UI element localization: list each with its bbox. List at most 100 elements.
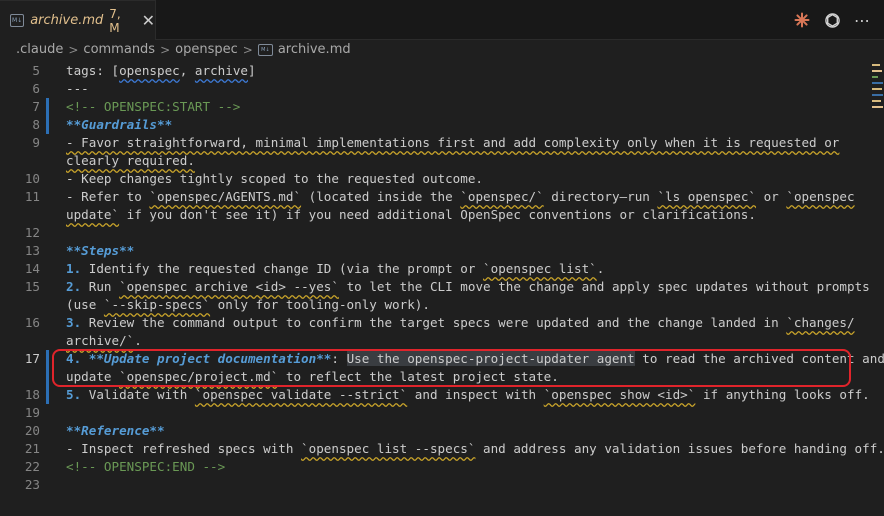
code-text: tags: [openspec, archive] (66, 62, 256, 80)
line-number: 10 (24, 171, 40, 186)
code-text: <!-- OPENSPEC:END --> (66, 458, 225, 476)
code-token: and address any validation issues before… (475, 441, 884, 456)
chevron-right-icon: > (68, 43, 79, 57)
breadcrumb-item[interactable]: commands (83, 40, 155, 60)
code-line[interactable]: archive/`. (0, 332, 860, 350)
line-number (0, 152, 40, 170)
code-token: `openspec archive <id> --yes` (119, 279, 339, 294)
code-line[interactable]: (use `--skip-specs` only for tooling-onl… (0, 296, 860, 314)
code-line[interactable]: 20 **Reference** (0, 422, 860, 440)
code-token: or (756, 189, 787, 204)
code-text: update` if you don't see it) if you need… (66, 206, 756, 224)
line-number: 6 (32, 81, 40, 96)
code-token: `openspec/` (460, 189, 544, 204)
line-number: 13 (24, 243, 40, 258)
line-number: 19 (24, 405, 40, 420)
code-line[interactable]: 9 - Favor straightforward, minimal implem… (0, 134, 860, 152)
line-number: 9 (32, 135, 40, 150)
code-token: 3. (66, 315, 89, 330)
code-text: **Guardrails** (66, 116, 172, 134)
line-number (0, 206, 40, 224)
code-text: **Reference** (66, 422, 165, 440)
line-number: 15 (24, 279, 40, 294)
tab-bar: M↓ archive.md 7, M ✕ ⋯ (0, 0, 884, 40)
code-line[interactable]: 23 (0, 476, 860, 494)
code-token: Validate with (88, 387, 195, 402)
openai-icon[interactable] (822, 10, 842, 30)
line-number: 7 (32, 99, 40, 114)
code-text: - Keep changes tightly scoped to the req… (66, 170, 483, 188)
code-token: <!-- OPENSPEC:START --> (66, 99, 241, 114)
code-line[interactable]: 5 tags: [openspec, archive] (0, 62, 860, 80)
code-line[interactable]: 22 <!-- OPENSPEC:END --> (0, 458, 860, 476)
line-number (0, 332, 40, 350)
close-icon[interactable]: ✕ (142, 11, 155, 30)
code-line[interactable]: 16 3. Review the command output to confir… (0, 314, 860, 332)
code-line[interactable]: 18 5. Validate with `openspec validate --… (0, 386, 870, 404)
code-line[interactable]: 6 --- (0, 80, 860, 98)
code-text: 2. Run `openspec archive <id> --yes` to … (66, 278, 870, 296)
code-token: **Guardrails** (66, 117, 173, 132)
code-token: <!-- OPENSPEC:END --> (66, 459, 226, 474)
code-line[interactable]: 11 - Refer to `openspec/AGENTS.md` (locat… (0, 188, 860, 206)
chevron-right-icon: > (160, 43, 171, 57)
breadcrumb-file[interactable]: archive.md (278, 40, 351, 60)
code-token: `openspec list --specs` (301, 441, 476, 456)
line-number: 16 (24, 315, 40, 330)
code-line[interactable]: 7 <!-- OPENSPEC:START --> (0, 98, 860, 116)
code-line[interactable]: 19 (0, 404, 860, 422)
code-token: update` (66, 207, 120, 222)
modified-line-marker (46, 98, 49, 134)
code-line[interactable]: clearly required. (0, 152, 860, 170)
code-token: `changes/ (786, 315, 855, 330)
code-token: (use (66, 297, 104, 312)
code-token: and inspect with (407, 387, 544, 402)
line-number: 11 (24, 189, 40, 204)
line-number: 18 (24, 387, 40, 402)
code-token: Identify the requested change ID (via th… (88, 261, 484, 276)
editor-actions: ⋯ (792, 10, 872, 30)
code-token: Review the command output to confirm the… (88, 315, 787, 330)
minimap-line (872, 88, 882, 90)
code-text: <!-- OPENSPEC:START --> (66, 98, 240, 116)
line-number: 12 (24, 225, 40, 240)
markdown-file-icon: M↓ (257, 44, 273, 56)
tab-archive-md[interactable]: M↓ archive.md 7, M ✕ (0, 0, 156, 40)
modified-line-marker (46, 350, 49, 404)
minimap-line (872, 70, 882, 72)
line-number: 22 (24, 459, 40, 474)
code-token: - Refer to (66, 189, 150, 204)
code-text: archive/`. (66, 332, 142, 350)
code-line[interactable]: 8 **Guardrails** (0, 116, 860, 134)
breadcrumb-item[interactable]: .claude (16, 40, 63, 60)
code-line[interactable]: update` if you don't see it) if you need… (0, 206, 860, 224)
code-token: `openspec/AGENTS.md` (149, 189, 302, 204)
breadcrumb-item[interactable]: openspec (175, 40, 238, 60)
code-line[interactable]: 10 - Keep changes tightly scoped to the r… (0, 170, 860, 188)
code-line[interactable]: 14 1. Identify the requested change ID (v… (0, 260, 860, 278)
line-number (0, 368, 40, 386)
code-token: 2. (66, 279, 89, 294)
code-line[interactable]: 15 2. Run `openspec archive <id> --yes` t… (0, 278, 870, 296)
code-token: - Favor straightforward, minimal impleme… (66, 135, 840, 150)
code-token: if you don't see it) if you need additio… (119, 207, 756, 222)
code-token: openspec (119, 63, 180, 78)
code-text: 5. Validate with `openspec validate --st… (66, 386, 870, 404)
code-token: archive (194, 63, 248, 78)
code-token: clearly required. (66, 153, 195, 168)
code-text: --- (66, 80, 89, 98)
tab-status-badge: 7, M (109, 6, 121, 35)
markdown-file-icon: M↓ (10, 14, 25, 27)
line-number: 23 (24, 477, 40, 492)
more-actions-icon[interactable]: ⋯ (852, 10, 872, 30)
minimap[interactable] (870, 62, 884, 122)
code-line[interactable]: 12 (0, 224, 860, 242)
code-line[interactable]: 13 **Steps** (0, 242, 860, 260)
code-editor[interactable]: 5 tags: [openspec, archive] 6 --- 7 <!-- OPEN… (0, 62, 884, 516)
code-token: - Inspect refreshed specs with (66, 441, 302, 456)
code-line[interactable]: 21 - Inspect refreshed specs with `opensp… (0, 440, 884, 458)
claude-icon[interactable] (792, 10, 812, 30)
code-token: 1. (66, 261, 89, 276)
code-text: - Inspect refreshed specs with `openspec… (66, 440, 884, 458)
code-token: directory—run (543, 189, 658, 204)
